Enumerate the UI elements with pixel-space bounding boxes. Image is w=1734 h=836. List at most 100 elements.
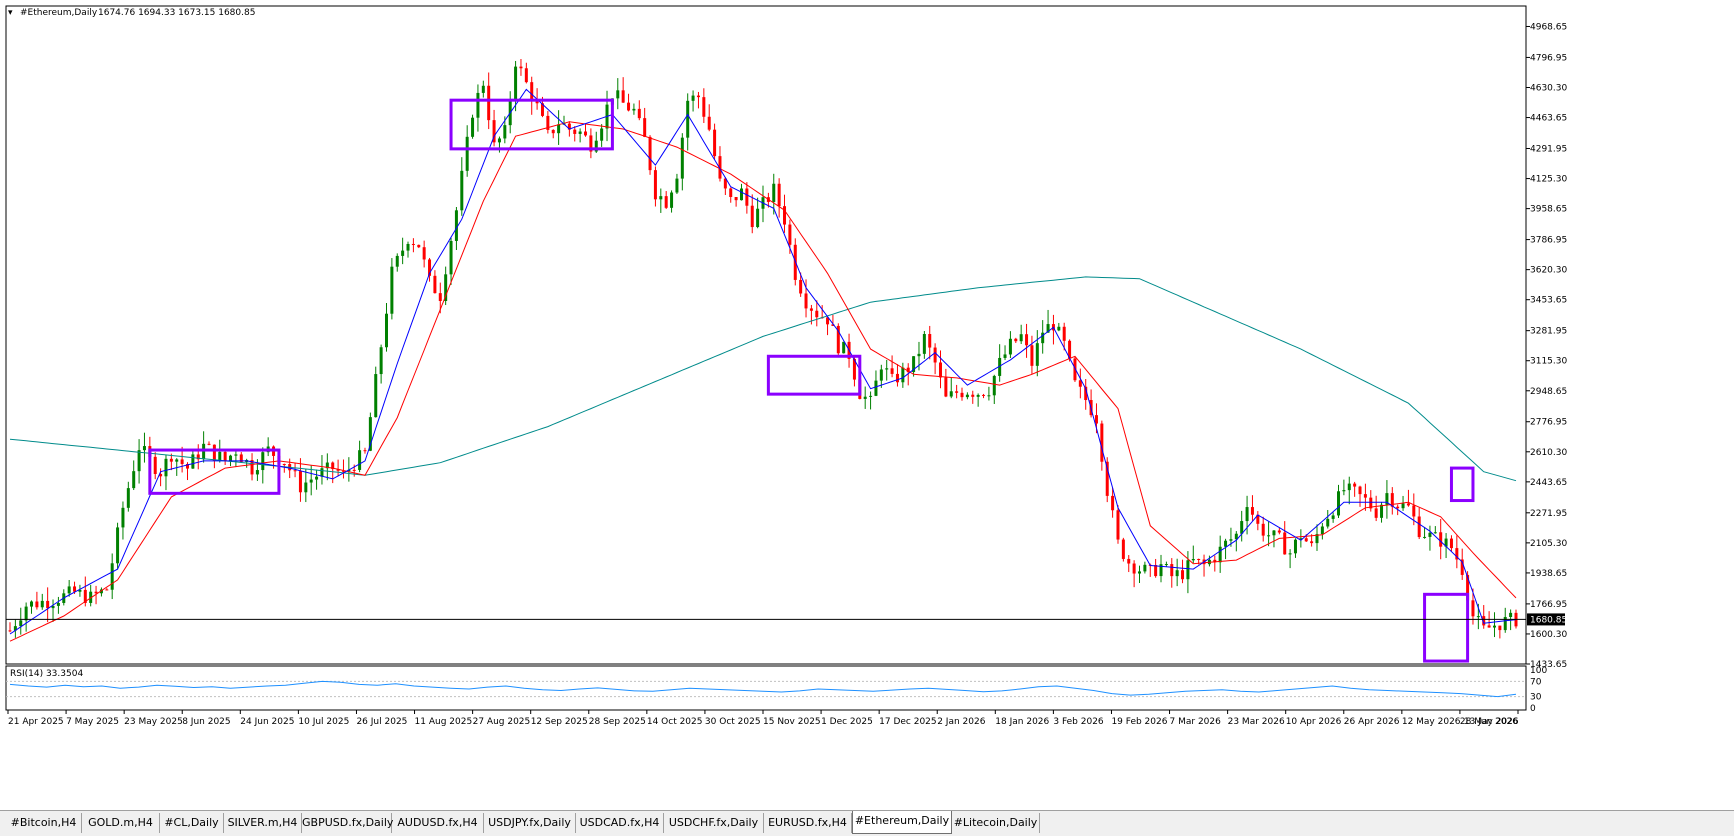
candle-body <box>1401 503 1405 509</box>
chart-tab[interactable]: GOLD.m,H4 <box>82 813 160 833</box>
candle-body <box>524 68 528 83</box>
candle-body <box>713 129 717 157</box>
candle-body <box>315 476 319 480</box>
candle-body <box>750 205 754 228</box>
candle-body <box>573 129 577 134</box>
chart-menu-icon[interactable]: ▾ <box>8 8 13 18</box>
date-tick-label: 15 Nov 2025 <box>763 717 821 727</box>
candle-body <box>1116 510 1120 540</box>
candle-body <box>1191 558 1195 561</box>
chart-tab[interactable]: EURUSD.fx,H4 <box>764 813 852 833</box>
candle-body <box>30 601 34 607</box>
candle-body <box>1417 516 1421 538</box>
price-tick-label: 4463.65 <box>1530 114 1567 124</box>
candle-body <box>1186 560 1190 580</box>
candle-body <box>406 243 410 251</box>
candle-body <box>121 507 125 528</box>
chart-tab[interactable]: SILVER.m,H4 <box>224 813 302 833</box>
candle-body <box>164 458 168 477</box>
chart-tab[interactable]: USDCAD.fx,H4 <box>576 813 664 833</box>
candle-body <box>1175 570 1179 577</box>
candle-body <box>584 131 588 136</box>
price-tick-label: 1938.65 <box>1530 569 1567 579</box>
candle-body <box>1449 538 1453 549</box>
candle-body <box>1197 558 1201 560</box>
candle-body <box>1250 507 1254 515</box>
candle-body <box>1111 495 1115 511</box>
candle-body <box>809 308 813 311</box>
candle-body <box>411 243 415 245</box>
candle-body <box>218 451 222 461</box>
candle-body <box>1224 540 1228 547</box>
candle-body <box>1380 504 1384 518</box>
chart-tab[interactable]: #CL,Daily <box>160 813 224 833</box>
candle-body <box>869 395 873 397</box>
candle-body <box>949 391 953 397</box>
candle-body <box>890 368 894 374</box>
date-tick-label: 23 May 2025 <box>124 717 183 727</box>
candle-body <box>207 443 211 445</box>
candle-body <box>1347 483 1351 491</box>
chart-tab[interactable]: USDJPY.fx,Daily <box>484 813 576 833</box>
price-tick-label: 4630.30 <box>1530 83 1567 93</box>
candle-body <box>1003 354 1007 358</box>
candle-body <box>637 108 641 119</box>
candle <box>390 258 394 320</box>
candle <box>1116 505 1120 544</box>
candle-body <box>1509 612 1513 617</box>
chart-tab[interactable]: USDCHF.fx,Daily <box>664 813 764 833</box>
candle-body <box>1374 508 1378 518</box>
candle-body <box>1127 558 1131 564</box>
candle-body <box>1143 564 1147 572</box>
candle-body <box>1353 483 1357 487</box>
price-tick-label: 2271.95 <box>1530 509 1567 519</box>
candle-body <box>675 178 679 193</box>
candle-body <box>707 116 711 130</box>
date-tick-label: 10 Apr 2026 <box>1286 717 1342 727</box>
date-tick-label: 2 Jan 2026 <box>937 717 985 727</box>
price-tick-label: 4125.30 <box>1530 175 1567 185</box>
candle-body <box>142 446 146 451</box>
chart-tab[interactable]: #Bitcoin,H4 <box>6 813 82 833</box>
candle-body <box>616 90 620 99</box>
rsi-level-label: 100 <box>1530 666 1547 676</box>
price-tick-label: 2105.30 <box>1530 539 1567 549</box>
candle-body <box>137 450 141 472</box>
date-tick-label: 18 Jan 2026 <box>995 717 1049 727</box>
candle-body <box>804 293 808 309</box>
candle-body <box>1261 523 1265 536</box>
candle-body <box>1121 539 1125 559</box>
chart-tab[interactable]: GBPUSD.fx,Daily <box>302 813 393 833</box>
candle-body <box>379 347 383 375</box>
candle-body <box>1428 532 1432 537</box>
candle-body <box>992 375 996 396</box>
date-tick-label: 10 Jul 2025 <box>298 717 349 727</box>
chart-tab[interactable]: AUDUSD.fx,H4 <box>392 813 484 833</box>
candle-body <box>110 563 114 590</box>
price-tick-label: 2443.65 <box>1530 478 1567 488</box>
candle-body <box>514 66 518 100</box>
candle-body <box>696 95 700 98</box>
rsi-level-label: 30 <box>1530 693 1542 703</box>
candle-body <box>1358 486 1362 495</box>
date-tick-label: 3 Feb 2026 <box>1053 717 1104 727</box>
candle-body <box>126 488 130 508</box>
candle-body <box>1433 532 1437 534</box>
chart-tab[interactable]: #Litecoin,Daily <box>952 813 1040 833</box>
chart-tab[interactable]: #Ethereum,Daily <box>852 811 952 834</box>
candle-body <box>1492 625 1496 628</box>
candle-body <box>487 85 491 121</box>
candle-body <box>1363 494 1367 498</box>
date-tick-label: 1 Dec 2025 <box>821 717 873 727</box>
candle-body <box>557 124 561 134</box>
candle-body <box>282 464 286 466</box>
date-tick-label: 7 Mar 2026 <box>1170 717 1222 727</box>
candle-body <box>67 586 71 594</box>
candle-body <box>842 341 846 354</box>
candle-body <box>530 82 534 102</box>
candle-body <box>922 334 926 354</box>
chart-area[interactable]: 4968.65 4796.95 4630.30 4463.65 4291.95 4125.… <box>0 0 1734 810</box>
rsi-label: RSI(14) 33.3504 <box>10 669 83 679</box>
candle-body <box>1019 334 1023 342</box>
price-chart[interactable]: 4968.65 4796.95 4630.30 4463.65 4291.95 4125.… <box>0 0 1734 810</box>
